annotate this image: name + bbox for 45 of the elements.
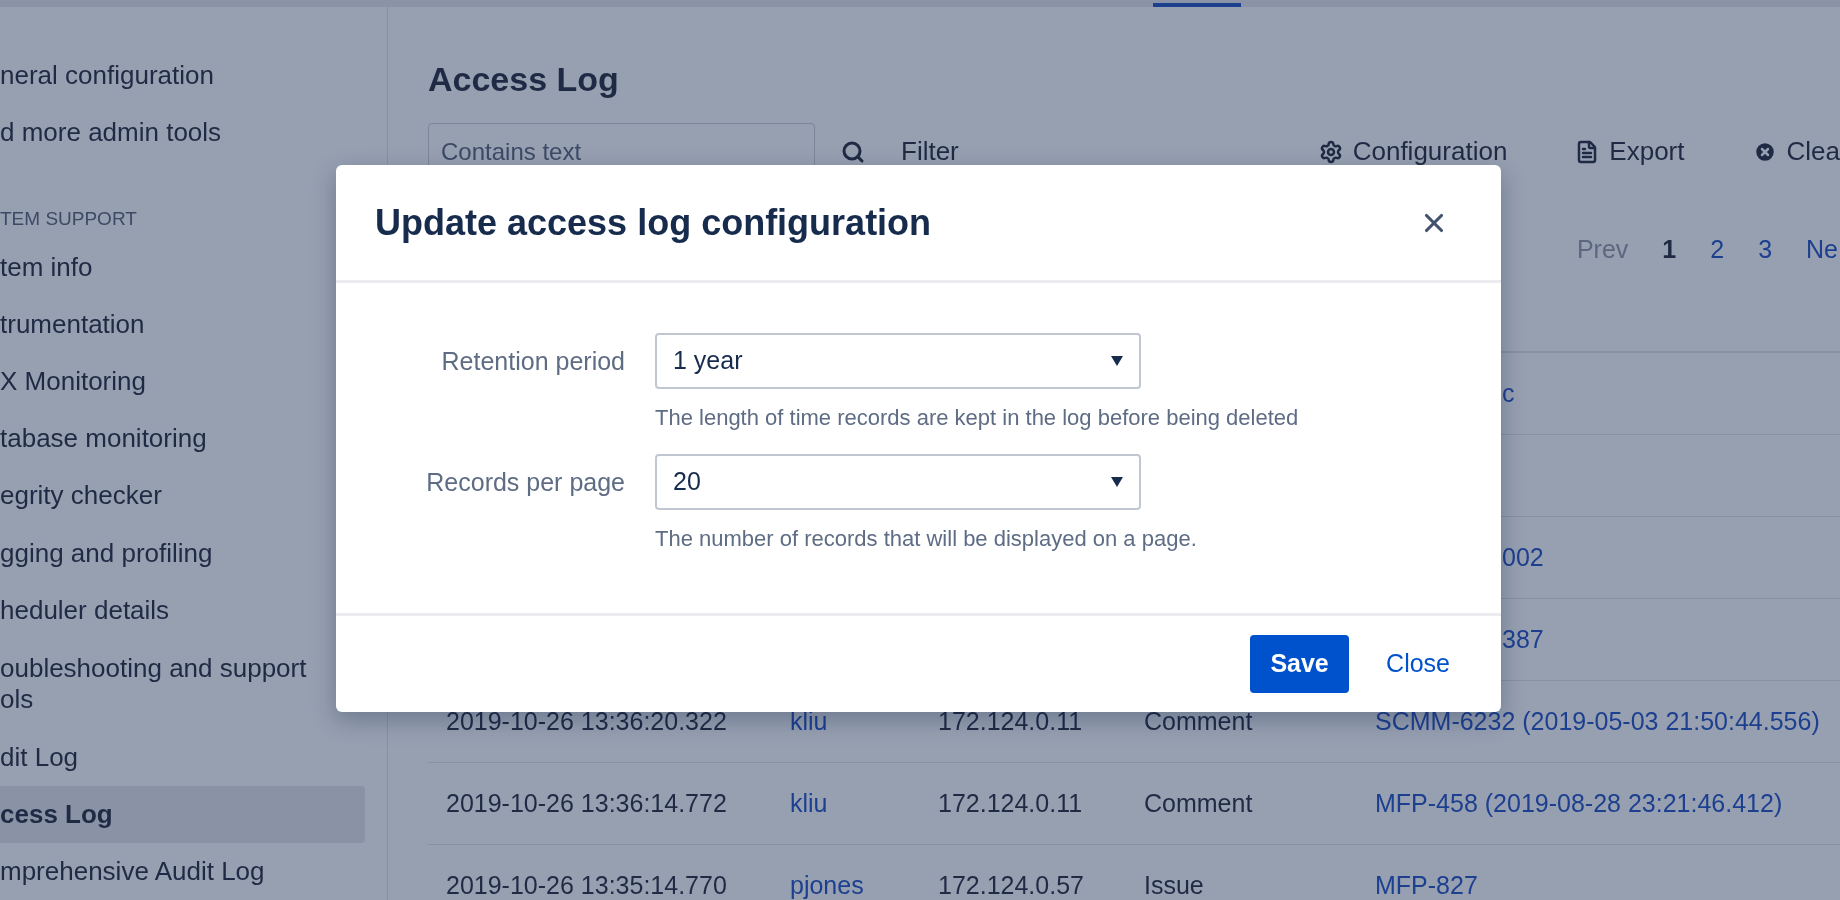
field-label: Retention period [440,346,626,377]
ip-cell-text: 172.124.0.11 [938,787,1084,819]
user-link[interactable]: pjones [790,866,938,900]
select-field[interactable]: 1 year [655,333,1141,389]
help-text: The length of time records are kept in the log before being deleted [655,404,1299,432]
object-link[interactable]: 387 [1502,620,1544,659]
dialog-title: Update access log configuration [375,200,932,245]
time-cell-text: 2019-10-26 13:36:14.772 [446,787,728,819]
sidebar-heading: TEM SUPPORT [0,206,138,231]
ip-cell-text: 172.124.0.57 [938,869,1085,900]
caret-icon [1111,477,1123,487]
select-field[interactable]: 20 [655,454,1141,510]
sidebar-item[interactable]: d more admin tools [0,104,365,162]
document-button[interactable]: Export [1575,132,1685,171]
object-link[interactable]: c [1502,374,1515,413]
gear-button[interactable]: Configuration [1318,132,1508,171]
user-link[interactable]: kliu [790,784,938,823]
clear-button[interactable]: Clea [1752,132,1840,171]
object-link[interactable]: MFP-458 (2019-08-28 23:21:46.412) [1375,784,1783,823]
caret-icon [1111,356,1123,366]
search-icon[interactable] [841,139,865,164]
sidebar-item[interactable]: mprehensive Audit Log [0,842,365,900]
page-title: Access Log [428,59,620,99]
sidebar-item[interactable]: neral configuration [0,47,365,105]
next-link[interactable]: Ne [1806,231,1838,269]
page-link[interactable]: 1 [1662,231,1677,269]
page-link[interactable]: 2 [1710,231,1725,269]
save-button[interactable]: Save [1250,635,1350,693]
gear-icon [1318,139,1343,164]
type-cell-text: Comment [1144,705,1254,737]
sidebar-item[interactable]: dit Log [0,728,365,786]
time-cell-text: 2019-10-26 13:36:20.322 [446,705,728,737]
object-link[interactable]: 002 [1502,538,1544,577]
help-text: The number of records that will be displayed on a page. [655,525,1197,553]
object-link[interactable]: SCMM-6232 (2019-05-03 21:50:44.556) [1375,702,1820,741]
filter-button[interactable]: Filter [901,132,959,171]
ip-cell-text: 172.124.0.11 [938,705,1084,737]
time-cell-text: 2019-10-26 13:35:14.770 [446,869,728,900]
field-label: Records per page [425,467,626,498]
page-link[interactable]: 3 [1758,231,1773,269]
type-cell-text: Comment [1144,787,1254,819]
close-button[interactable]: Close [1372,645,1464,683]
type-cell-text: Issue [1144,869,1205,900]
object-link[interactable]: MFP-827 [1375,866,1478,900]
sidebar-item[interactable]: cess Log [0,785,365,843]
